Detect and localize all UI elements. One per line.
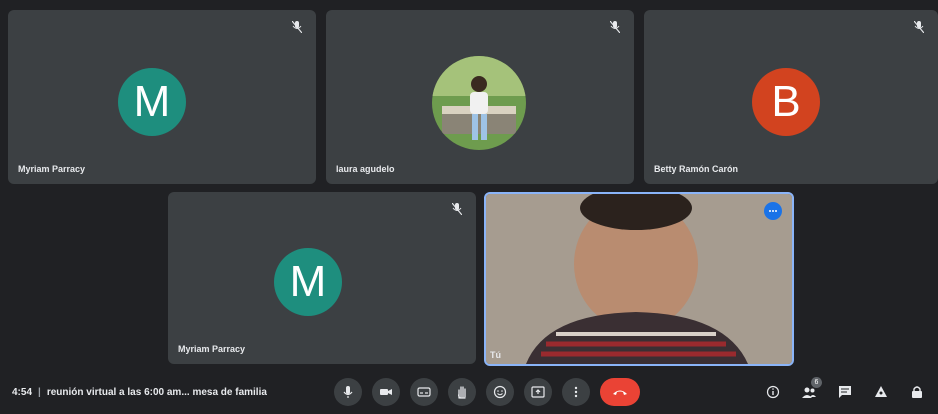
emoji-button[interactable] [486, 378, 514, 406]
camera-icon [380, 389, 392, 395]
meeting-time: 4:54 [12, 386, 33, 398]
meeting-info: 4:54 | reunión virtual a las 6:00 am... … [12, 370, 267, 414]
avatar: B [752, 68, 820, 136]
participant-tile[interactable]: M Myriam Parracy [168, 192, 476, 364]
emoji-icon [493, 385, 507, 399]
avatar-photo [432, 56, 526, 150]
chat-icon [839, 386, 851, 398]
self-video-feed [486, 194, 792, 364]
captions-icon [417, 387, 431, 397]
more-options-icon [574, 386, 578, 398]
participant-tile[interactable]: laura agudelo [326, 10, 634, 184]
camera-button[interactable] [372, 378, 400, 406]
raise-hand-icon [458, 386, 466, 399]
lock-icon [912, 386, 922, 398]
mic-off-icon [608, 20, 622, 34]
participant-name: Betty Ramón Carón [654, 164, 739, 174]
mic-off-icon [290, 20, 304, 34]
chat-button[interactable] [834, 381, 856, 403]
mic-off-icon [912, 20, 926, 34]
mic-button[interactable] [334, 378, 362, 406]
avatar: M [118, 68, 186, 136]
end-call-icon [613, 390, 627, 395]
people-count-badge: 6 [811, 377, 822, 388]
activities-button[interactable] [870, 381, 892, 403]
host-controls-button[interactable] [906, 381, 928, 403]
meeting-controls [334, 378, 640, 406]
meeting-details-button[interactable] [762, 381, 784, 403]
avatar-initial: M [289, 257, 327, 306]
participant-tile[interactable]: B Betty Ramón Carón [644, 10, 938, 184]
present-button[interactable] [524, 378, 552, 406]
participant-name: Myriam Parracy [178, 344, 246, 354]
info-icon [766, 385, 780, 399]
mic-off-icon [450, 202, 464, 216]
video-grid: M Myriam Parracy laura agudelo B Betty R… [0, 0, 938, 370]
avatar: M [274, 248, 342, 316]
participant-tile[interactable]: M Myriam Parracy [8, 10, 316, 184]
divider: | [38, 386, 41, 398]
more-icon[interactable] [764, 202, 782, 220]
avatar-initial: M [133, 77, 171, 126]
more-options-button[interactable] [562, 378, 590, 406]
participant-name: laura agudelo [336, 164, 395, 174]
end-call-button[interactable] [600, 378, 640, 406]
captions-button[interactable] [410, 378, 438, 406]
side-panel-controls: 6 [762, 377, 928, 406]
self-video-tile[interactable]: Tú [484, 192, 794, 366]
self-label: Tú [490, 350, 501, 360]
meeting-title: reunión virtual a las 6:00 am... mesa de… [46, 386, 267, 398]
people-button[interactable]: 6 [798, 377, 822, 403]
raise-hand-button[interactable] [448, 378, 476, 406]
activities-icon [875, 386, 887, 397]
bottom-control-bar: 4:54 | reunión virtual a las 6:00 am... … [0, 370, 938, 414]
avatar-initial: B [771, 77, 801, 126]
mic-icon [343, 386, 353, 398]
participant-name: Myriam Parracy [18, 164, 86, 174]
present-icon [531, 386, 545, 398]
